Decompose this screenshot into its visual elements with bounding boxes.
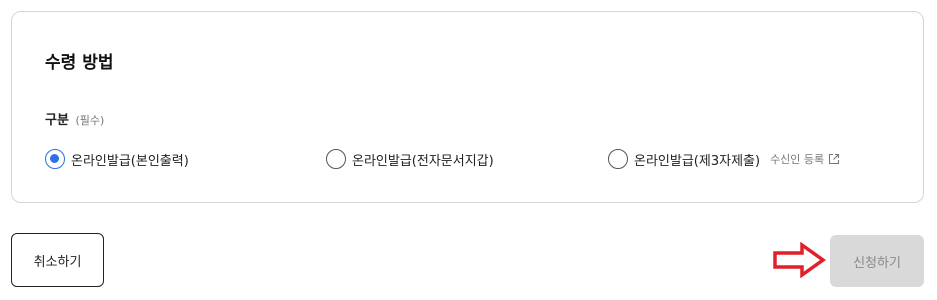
radio-e-wallet[interactable] bbox=[326, 149, 346, 169]
register-recipient-link-text: 수신인 등록 bbox=[770, 153, 825, 166]
option-e-wallet-label: 온라인발급(전자문서지갑) bbox=[352, 153, 494, 169]
section-title: 수령 방법 bbox=[45, 53, 114, 73]
option-third-party-label: 온라인발급(제3자제출) bbox=[634, 153, 761, 169]
option-self-print[interactable]: 온라인발급(본인출력) bbox=[45, 148, 189, 170]
option-self-print-label: 온라인발급(본인출력) bbox=[71, 153, 189, 169]
option-third-party[interactable]: 온라인발급(제3자제출) 수신인 등록 bbox=[608, 148, 840, 170]
receipt-method-card: 수령 방법 구분 (필수) 온라인발급(본인출력) 온라인발급(전자문서지갑) … bbox=[11, 11, 924, 203]
option-e-wallet[interactable]: 온라인발급(전자문서지갑) bbox=[326, 148, 494, 170]
right-arrow-annotation bbox=[773, 242, 826, 278]
cancel-button[interactable]: 취소하기 bbox=[11, 233, 104, 287]
radio-self-print[interactable] bbox=[45, 149, 65, 169]
required-indicator: (필수) bbox=[75, 114, 105, 127]
field-label-text: 구분 bbox=[45, 113, 69, 128]
field-label: 구분 (필수) bbox=[45, 109, 104, 128]
apply-button[interactable]: 신청하기 bbox=[830, 235, 924, 287]
external-link-icon bbox=[829, 153, 840, 165]
register-recipient-link[interactable]: 수신인 등록 bbox=[770, 151, 840, 167]
radio-third-party[interactable] bbox=[608, 149, 628, 169]
